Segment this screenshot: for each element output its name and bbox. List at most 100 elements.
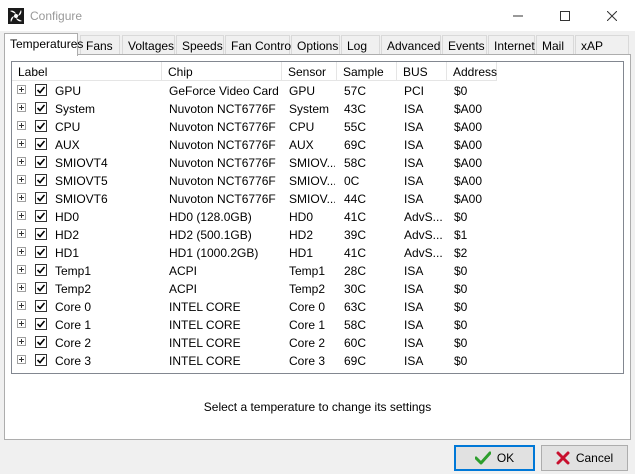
row-checkbox[interactable] — [35, 354, 47, 366]
column-header-sensor[interactable]: Sensor — [282, 62, 337, 81]
cell-sensor: Temp1 — [289, 264, 326, 278]
check-icon — [36, 176, 46, 184]
expand-plus-icon[interactable] — [17, 337, 26, 346]
temperature-list[interactable]: Label Chip Sensor Sample BUS Address GPU… — [11, 61, 624, 374]
tab-log[interactable]: Log — [341, 35, 380, 55]
table-row[interactable]: Core 0 INTEL CORE Core 0 63C ISA $0 — [12, 297, 623, 315]
row-checkbox[interactable] — [35, 318, 47, 330]
cell-sample: 30C — [344, 282, 367, 296]
tab-internet[interactable]: Internet — [488, 35, 535, 55]
column-header-chip[interactable]: Chip — [162, 62, 282, 81]
expand-plus-icon[interactable] — [17, 283, 26, 292]
expand-plus-icon[interactable] — [17, 229, 26, 238]
expand-plus-icon[interactable] — [17, 211, 26, 220]
column-header-label[interactable]: Label — [12, 62, 162, 81]
expand-plus-icon[interactable] — [17, 265, 26, 274]
cell-label: Core 0 — [55, 300, 92, 314]
table-row[interactable]: GPU GeForce Video Card GPU 57C PCI $0 — [12, 81, 623, 99]
cell-sample: 58C — [344, 318, 367, 332]
row-checkbox[interactable] — [35, 156, 47, 168]
row-checkbox[interactable] — [35, 336, 47, 348]
cancel-button[interactable]: Cancel — [541, 445, 628, 471]
tab-events[interactable]: Events — [442, 35, 487, 55]
tab-voltages[interactable]: Voltages — [122, 35, 175, 55]
row-checkbox[interactable] — [35, 246, 47, 258]
table-row[interactable]: HD2 HD2 (500.1GB) HD2 39C AdvS... $1 — [12, 225, 623, 243]
tab-fans[interactable]: Fans — [80, 35, 120, 55]
column-header-bus[interactable]: BUS — [397, 62, 447, 81]
cell-label: Core 1 — [55, 318, 92, 332]
cell-bus: AdvS... — [404, 246, 443, 260]
tab-mail[interactable]: Mail — [536, 35, 574, 55]
table-row[interactable]: Core 2 INTEL CORE Core 2 60C ISA $0 — [12, 333, 623, 351]
cell-chip: ACPI — [169, 282, 198, 296]
cell-label: Core 3 — [55, 354, 92, 368]
expand-plus-icon[interactable] — [17, 301, 26, 310]
row-checkbox[interactable] — [35, 84, 47, 96]
row-checkbox[interactable] — [35, 300, 47, 312]
close-button[interactable] — [589, 0, 635, 31]
cell-bus: ISA — [404, 336, 424, 350]
check-icon — [36, 302, 46, 310]
expand-plus-icon[interactable] — [17, 247, 26, 256]
window-title: Configure — [30, 9, 83, 23]
tab-fan-control[interactable]: Fan Control — [225, 35, 294, 55]
row-checkbox[interactable] — [35, 264, 47, 276]
expand-plus-icon[interactable] — [17, 139, 26, 148]
expand-plus-icon[interactable] — [17, 355, 26, 364]
cell-label: System — [55, 102, 96, 116]
cell-sample: 43C — [344, 102, 367, 116]
row-checkbox[interactable] — [35, 102, 47, 114]
cell-chip: GeForce Video Card — [169, 84, 279, 98]
cell-address: $A00 — [454, 120, 483, 134]
check-icon — [36, 158, 46, 166]
row-checkbox[interactable] — [35, 282, 47, 294]
table-row[interactable]: Core 1 INTEL CORE Core 1 58C ISA $0 — [12, 315, 623, 333]
tab-xap[interactable]: xAP — [575, 35, 629, 55]
table-row[interactable]: Temp1 ACPI Temp1 28C ISA $0 — [12, 261, 623, 279]
cell-sensor: Temp2 — [289, 282, 326, 296]
expand-plus-icon[interactable] — [17, 319, 26, 328]
minimize-icon — [513, 15, 523, 16]
cell-sample: 69C — [344, 138, 367, 152]
minimize-button[interactable] — [495, 0, 541, 31]
table-row[interactable]: System Nuvoton NCT6776F System 43C ISA $A00 — [12, 99, 623, 117]
tab-advanced[interactable]: Advanced — [381, 35, 441, 55]
expand-plus-icon[interactable] — [17, 121, 26, 130]
expand-plus-icon[interactable] — [17, 175, 26, 184]
row-checkbox[interactable] — [35, 174, 47, 186]
expand-plus-icon[interactable] — [17, 157, 26, 166]
column-header-address[interactable]: Address — [447, 62, 497, 81]
row-checkbox[interactable] — [35, 192, 47, 204]
tab-speeds[interactable]: Speeds — [176, 35, 224, 55]
tab-options[interactable]: Options — [291, 35, 340, 55]
maximize-button[interactable] — [542, 0, 588, 31]
table-row[interactable]: CPU Nuvoton NCT6776F CPU 55C ISA $A00 — [12, 117, 623, 135]
table-row[interactable]: HD1 HD1 (1000.2GB) HD1 41C AdvS... $2 — [12, 243, 623, 261]
cell-chip: Nuvoton NCT6776F — [169, 102, 276, 116]
row-checkbox[interactable] — [35, 120, 47, 132]
expand-plus-icon[interactable] — [17, 193, 26, 202]
ok-button[interactable]: OK — [454, 445, 535, 471]
cell-address: $A00 — [454, 192, 483, 206]
cell-sensor: CPU — [289, 120, 315, 134]
cell-bus: ISA — [404, 282, 424, 296]
cell-sample: 28C — [344, 264, 367, 278]
row-checkbox[interactable] — [35, 138, 47, 150]
table-row[interactable]: Temp2 ACPI Temp2 30C ISA $0 — [12, 279, 623, 297]
table-row[interactable]: AUX Nuvoton NCT6776F AUX 69C ISA $A00 — [12, 135, 623, 153]
table-row[interactable]: SMIOVT5 Nuvoton NCT6776F SMIOV... 0C ISA $A00 — [12, 171, 623, 189]
table-row[interactable]: SMIOVT4 Nuvoton NCT6776F SMIOV... 58C ISA $A0… — [12, 153, 623, 171]
row-checkbox[interactable] — [35, 228, 47, 240]
table-row[interactable]: Core 3 INTEL CORE Core 3 69C ISA $0 — [12, 351, 623, 369]
expand-plus-icon[interactable] — [17, 85, 26, 94]
table-row[interactable]: HD0 HD0 (128.0GB) HD0 41C AdvS... $0 — [12, 207, 623, 225]
tab-temperatures[interactable]: Temperatures — [4, 33, 83, 56]
row-checkbox[interactable] — [35, 210, 47, 222]
cell-address: $0 — [454, 354, 468, 368]
table-row[interactable]: SMIOVT6 Nuvoton NCT6776F SMIOV... 44C ISA $A0… — [12, 189, 623, 207]
status-hint: Select a temperature to change its setti… — [203, 400, 432, 414]
column-header-sample[interactable]: Sample — [337, 62, 397, 81]
expand-plus-icon[interactable] — [17, 103, 26, 112]
maximize-icon — [560, 10, 570, 21]
